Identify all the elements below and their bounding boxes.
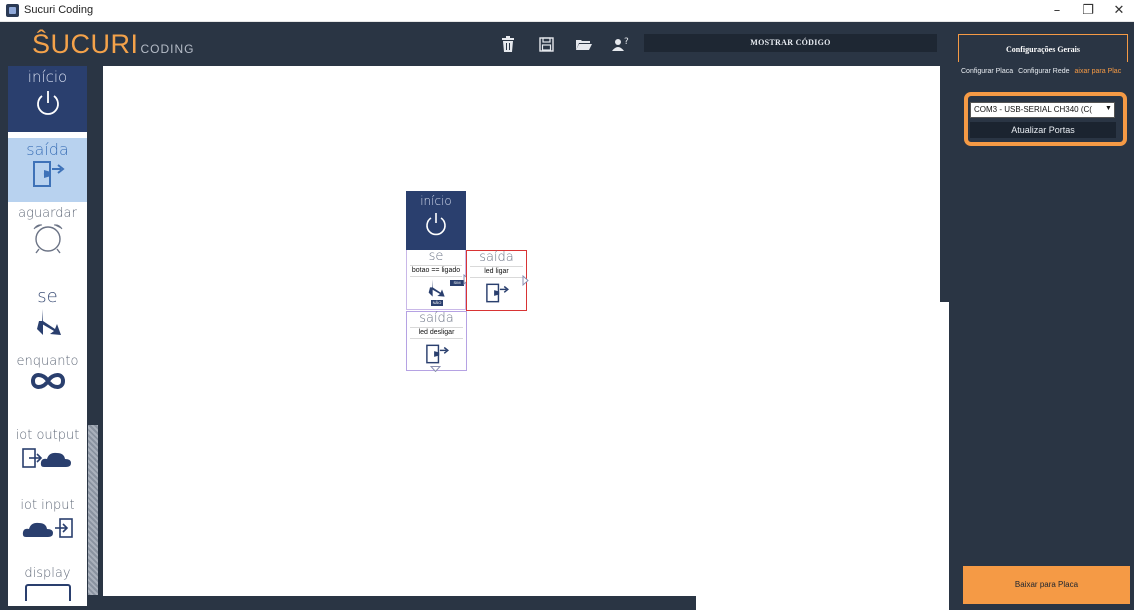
palette-item-iot-input[interactable]: iot input [8,498,87,564]
upload-to-board-button[interactable]: Baixar para Placa [963,566,1130,604]
app-header: ŜUCURI CODING ? MOSTRAR CÓDIGO Configuraç… [0,22,1134,66]
alarm-clock-icon [33,224,62,254]
palette-item-display[interactable]: display [8,566,87,606]
exit-door-icon [485,283,509,303]
logo-sub: CODING [140,42,195,56]
palette-item-saida[interactable]: saída [8,138,87,202]
block-saida-led-desligar[interactable]: saída led desligar [406,311,467,372]
subtab-baixar-para-placa[interactable]: aixar para Plac [1075,68,1122,80]
infinity-icon [30,373,65,389]
palette-item-label: aguardar [18,206,77,221]
palette-item-label: enquanto [16,354,79,369]
tab-general-settings[interactable]: Configurações Gerais [958,34,1128,62]
cloud-upload-icon [21,448,71,468]
port-select[interactable]: COM3 - USB-SERIAL CH340 (C( [970,102,1115,118]
palette-item-aguardar[interactable]: aguardar [8,206,87,272]
workspace-canvas[interactable] [103,66,949,600]
block-palette: início saída aguardar se enquanto iot ou… [8,66,87,606]
logo: ŜUCURI CODING [32,29,195,59]
palette-item-se[interactable]: se [8,286,87,352]
palette-item-inicio[interactable]: início [8,66,87,132]
palette-item-label: iot output [15,428,80,443]
yes-badge: SIM [450,280,464,286]
minimize-button[interactable]: – [1042,2,1072,20]
connector-down-icon [430,366,441,372]
block-se[interactable]: se botao == ligado SIM NÃO [406,249,470,310]
fork-arrow-icon [428,279,445,297]
palette-item-label: iot input [20,498,75,513]
display-icon [24,584,71,606]
settings-panel [949,66,1134,610]
power-icon [36,91,59,115]
palette-item-label: display [24,566,71,581]
chevron-down-icon[interactable]: ▼ [1105,105,1112,112]
folder-open-icon[interactable] [574,34,594,54]
user-help-icon[interactable]: ? [611,34,631,54]
power-icon [426,213,446,236]
window-title: Sucuri Coding [24,4,94,16]
maximize-button[interactable]: ❐ [1073,2,1103,20]
connector-right-icon [522,275,529,286]
exit-door-icon [425,344,449,364]
app-icon [6,4,19,17]
logo-main: ŜUCURI [32,29,139,59]
close-button[interactable]: ✕ [1104,2,1134,20]
palette-item-enquanto[interactable]: enquanto [8,354,87,420]
block-condition[interactable]: botao == ligado [410,265,462,277]
canvas-horizontal-scrollbar[interactable] [103,596,696,610]
block-param[interactable]: led desligar [410,327,463,339]
palette-scrollbar-thumb[interactable] [88,425,98,595]
settings-subtabs: Configurar Placa Configurar Rede aixar p… [961,68,1121,80]
block-title: saída [479,250,514,265]
block-title: saída [419,311,454,326]
canvas-vertical-scrollbar[interactable] [940,66,949,302]
block-title: início [420,194,452,208]
palette-item-label: se [37,286,58,307]
subtab-configurar-rede[interactable]: Configurar Rede [1018,68,1069,80]
palette-item-label: saída [26,140,69,159]
cloud-download-icon [22,518,73,538]
fork-arrow-icon [36,309,61,335]
block-inicio[interactable]: início [406,191,466,250]
subtab-configurar-placa[interactable]: Configurar Placa [961,68,1013,80]
show-code-button[interactable]: MOSTRAR CÓDIGO [644,34,937,52]
block-param[interactable]: led ligar [470,266,523,278]
trash-icon[interactable] [498,34,518,54]
palette-item-label: início [27,68,68,86]
exit-door-icon [32,161,65,187]
block-saida-led-ligar[interactable]: saída led ligar [466,250,529,311]
save-icon[interactable] [536,34,556,54]
block-title: se [428,249,444,264]
no-badge: NÃO [431,300,443,306]
palette-item-iot-output[interactable]: iot output [8,428,87,494]
window-titlebar: Sucuri Coding – ❐ ✕ [0,0,1134,22]
refresh-ports-button[interactable]: Atualizar Portas [970,122,1116,138]
svg-text:?: ? [624,37,629,47]
